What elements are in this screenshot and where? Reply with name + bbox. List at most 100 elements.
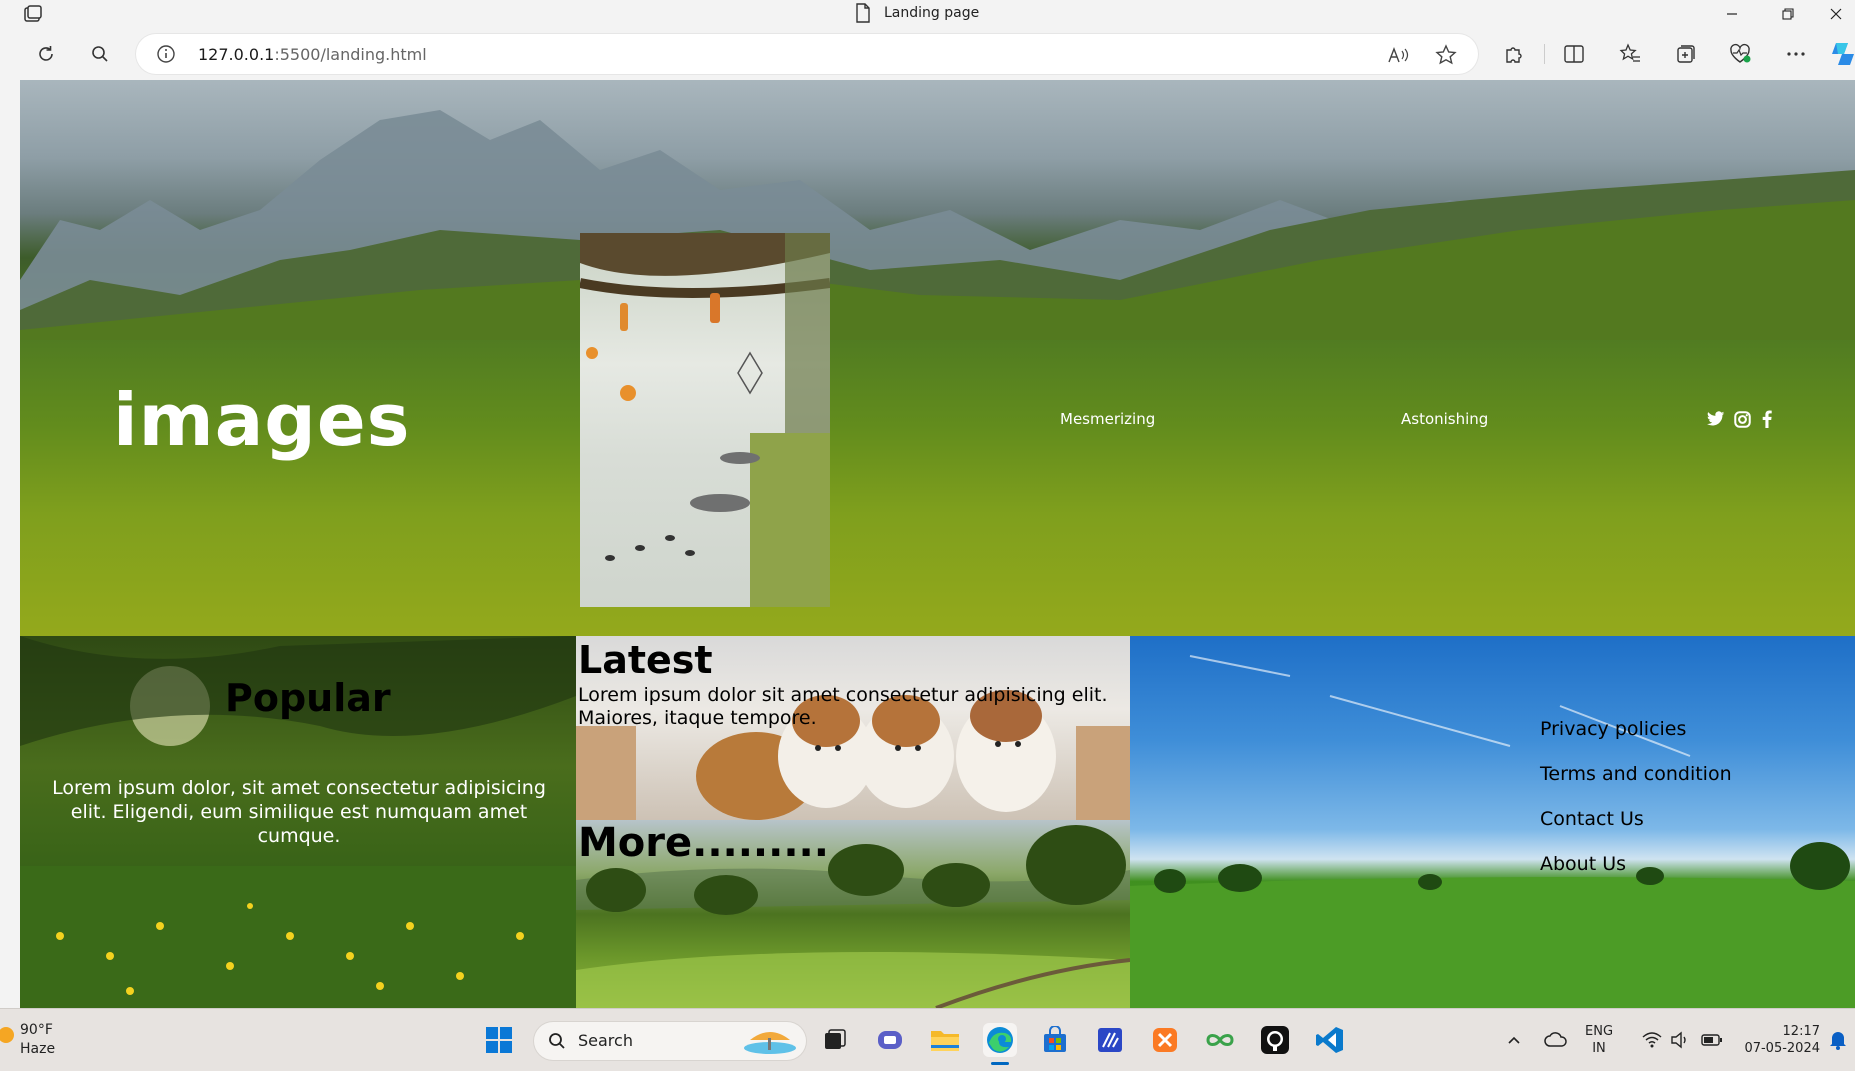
read-aloud-button[interactable] bbox=[1386, 43, 1410, 67]
footer-link-privacy[interactable]: Privacy policies bbox=[1540, 718, 1686, 740]
mountain-landscape bbox=[20, 110, 1855, 340]
wifi-tray[interactable] bbox=[1640, 1023, 1664, 1057]
show-hidden-icons-button[interactable] bbox=[1502, 1023, 1526, 1057]
battery-tray[interactable] bbox=[1700, 1023, 1724, 1057]
onedrive-tray[interactable] bbox=[1542, 1023, 1570, 1057]
lanterns-lake-illustration bbox=[580, 233, 830, 607]
wifi-icon bbox=[1642, 1032, 1662, 1048]
edge-app[interactable] bbox=[983, 1023, 1017, 1065]
collections-icon bbox=[1677, 45, 1695, 63]
more-title: More......... bbox=[578, 820, 829, 866]
task-view-button[interactable] bbox=[818, 1023, 852, 1057]
popular-title: Popular bbox=[225, 676, 391, 720]
xampp-app[interactable] bbox=[1148, 1023, 1182, 1057]
sun-icon bbox=[0, 1027, 14, 1043]
file-explorer-app[interactable] bbox=[928, 1023, 962, 1057]
latest-text: Lorem ipsum dolor sit amet consectetur a… bbox=[578, 684, 1108, 729]
more-section: More......... bbox=[576, 820, 1130, 1008]
latest-title: Latest bbox=[578, 638, 713, 682]
search-icon bbox=[549, 1033, 565, 1049]
address-bar[interactable]: 127.0.0.1:5500/landing.html bbox=[136, 34, 1478, 74]
close-button[interactable] bbox=[1816, 0, 1855, 28]
toolbar-divider bbox=[1544, 44, 1545, 64]
weather-widget[interactable]: 90°F Haze bbox=[0, 1021, 56, 1059]
volume-tray[interactable] bbox=[1668, 1023, 1692, 1057]
favorites-icon bbox=[1619, 43, 1640, 62]
collections-button[interactable] bbox=[1672, 40, 1700, 68]
favorite-button[interactable] bbox=[1434, 43, 1458, 67]
footer-link-about[interactable]: About Us bbox=[1540, 853, 1626, 875]
editor-icon bbox=[1098, 1028, 1122, 1052]
puzzle-icon bbox=[1506, 47, 1522, 63]
window-title: Landing page bbox=[884, 5, 980, 21]
footer-link-contact[interactable]: Contact Us bbox=[1540, 808, 1644, 830]
bell-icon bbox=[1830, 1032, 1846, 1050]
footer-link-terms[interactable]: Terms and condition bbox=[1540, 763, 1732, 785]
chevron-up-icon bbox=[1508, 1036, 1520, 1044]
search-button[interactable] bbox=[86, 40, 114, 68]
popular-text: Lorem ipsum dolor, sit amet consectetur … bbox=[52, 777, 546, 847]
instagram-icon[interactable] bbox=[1733, 410, 1751, 428]
infinity-icon bbox=[1206, 1034, 1234, 1046]
copilot-button[interactable] bbox=[1830, 40, 1855, 68]
info-icon[interactable] bbox=[156, 44, 176, 64]
url-path: :5500/landing.html bbox=[274, 45, 427, 64]
browser-toolbar: 127.0.0.1:5500/landing.html bbox=[0, 28, 1855, 80]
clock-date: 07-05-2024 bbox=[1744, 1041, 1820, 1056]
star-icon bbox=[1435, 44, 1457, 65]
close-icon bbox=[1830, 8, 1841, 20]
hero-title: images bbox=[113, 378, 411, 462]
taskbar-search[interactable]: Search bbox=[534, 1022, 806, 1060]
browser-essentials-button[interactable] bbox=[1726, 40, 1754, 68]
teams-app[interactable] bbox=[873, 1023, 907, 1057]
language-indicator[interactable]: ENG IN bbox=[1585, 1023, 1613, 1057]
vscode-icon bbox=[1316, 1027, 1343, 1053]
taskbar: 90°F Haze Search ENG IN 12:17 07-05-2024 bbox=[0, 1008, 1855, 1071]
task-view-icon bbox=[825, 1029, 846, 1049]
more-options-button[interactable] bbox=[1782, 40, 1810, 68]
nav-link-mesmerizing[interactable]: Mesmerizing bbox=[1060, 410, 1155, 428]
minimize-icon bbox=[1727, 13, 1737, 15]
xampp-icon bbox=[1153, 1028, 1177, 1052]
taskbar-clock[interactable]: 12:17 07-05-2024 bbox=[1740, 1023, 1820, 1057]
popular-section: Popular Lorem ipsum dolor, sit amet cons… bbox=[20, 636, 576, 1008]
cloud-icon bbox=[1544, 1032, 1567, 1047]
search-icon bbox=[92, 46, 108, 62]
copilot-icon bbox=[1832, 43, 1854, 65]
split-screen-button[interactable] bbox=[1560, 40, 1588, 68]
split-screen-icon bbox=[1564, 45, 1584, 63]
url-text[interactable]: 127.0.0.1:5500/landing.html bbox=[198, 45, 427, 64]
battery-icon bbox=[1701, 1034, 1722, 1046]
twitter-icon[interactable] bbox=[1707, 410, 1725, 428]
url-host: 127.0.0.1 bbox=[198, 45, 275, 64]
tab-actions-icon[interactable] bbox=[22, 4, 44, 24]
notifications-button[interactable] bbox=[1826, 1023, 1850, 1057]
weather-desc: Haze bbox=[20, 1041, 56, 1057]
favorites-button[interactable] bbox=[1616, 40, 1644, 68]
page-viewport: images Mesmerizing Astonishing Popular L… bbox=[20, 80, 1855, 1008]
document-icon bbox=[856, 3, 870, 23]
github-icon bbox=[1261, 1026, 1289, 1054]
vscode-app[interactable] bbox=[1313, 1023, 1347, 1057]
more-icon bbox=[1787, 52, 1805, 56]
extensions-button[interactable] bbox=[1500, 40, 1528, 68]
store-app[interactable] bbox=[1038, 1023, 1072, 1057]
refresh-button[interactable] bbox=[32, 40, 60, 68]
weather-temp: 90°F bbox=[20, 1022, 53, 1038]
read-aloud-icon bbox=[1388, 47, 1409, 63]
hero-lanterns-photo bbox=[580, 233, 830, 607]
editor-app[interactable] bbox=[1093, 1023, 1127, 1057]
github-app[interactable] bbox=[1258, 1023, 1292, 1057]
minimize-button[interactable] bbox=[1704, 0, 1760, 28]
start-button[interactable] bbox=[482, 1023, 516, 1057]
restore-icon bbox=[1782, 8, 1794, 20]
facebook-icon[interactable] bbox=[1758, 410, 1776, 428]
search-label: Search bbox=[578, 1031, 633, 1050]
restore-button[interactable] bbox=[1760, 0, 1816, 28]
infinity-app[interactable] bbox=[1203, 1023, 1237, 1057]
edge-icon bbox=[987, 1027, 1013, 1053]
nav-link-astonishing[interactable]: Astonishing bbox=[1401, 410, 1488, 428]
language-bottom: IN bbox=[1592, 1041, 1606, 1056]
search-highlight-icon bbox=[744, 1032, 796, 1054]
folder-icon bbox=[931, 1031, 959, 1051]
